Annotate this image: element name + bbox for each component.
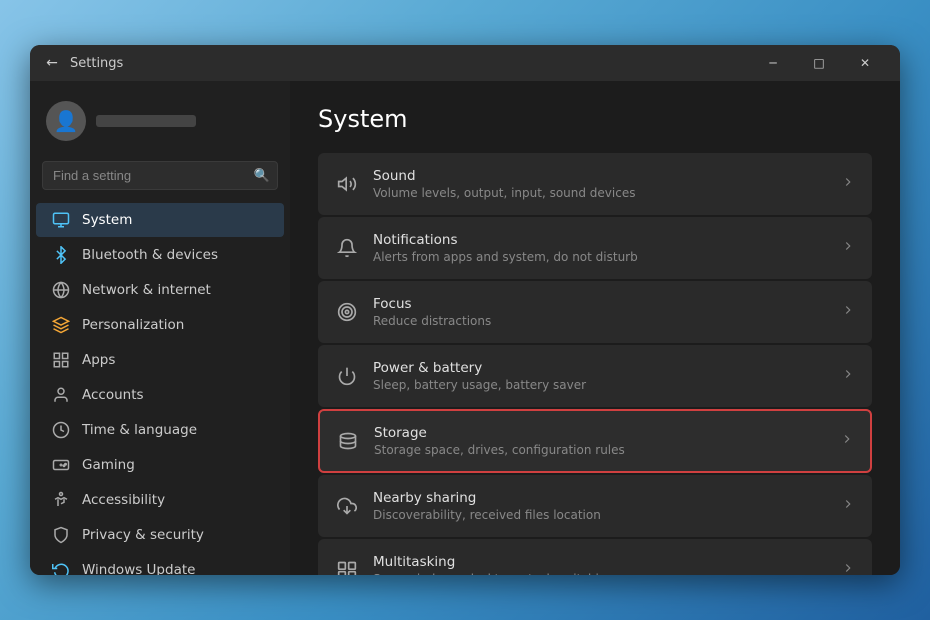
chevron-right-icon: [840, 432, 854, 450]
setting-title-multitasking: Multitasking: [373, 554, 827, 570]
windowsupdate-icon: [52, 561, 70, 575]
setting-item-sound[interactable]: Sound Volume levels, output, input, sound…: [318, 153, 872, 215]
settings-list: Sound Volume levels, output, input, sound…: [318, 153, 872, 575]
setting-title-sound: Sound: [373, 168, 827, 184]
setting-desc-sound: Volume levels, output, input, sound devi…: [373, 186, 827, 200]
minimize-button[interactable]: ─: [750, 45, 796, 81]
setting-item-focus[interactable]: Focus Reduce distractions: [318, 281, 872, 343]
profile-section: 👤: [30, 89, 290, 157]
titlebar: ← Settings ─ □ ✕: [30, 45, 900, 81]
search-box[interactable]: 🔍: [42, 161, 278, 190]
sidebar-item-system[interactable]: System: [36, 203, 284, 237]
setting-title-focus: Focus: [373, 296, 827, 312]
window-title: Settings: [70, 56, 750, 71]
network-icon: [52, 281, 70, 299]
setting-text-sound: Sound Volume levels, output, input, sound…: [373, 168, 827, 200]
setting-desc-focus: Reduce distractions: [373, 314, 827, 328]
system-icon: [52, 211, 70, 229]
gaming-icon: [52, 456, 70, 474]
setting-text-power: Power & battery Sleep, battery usage, bat…: [373, 360, 827, 392]
setting-text-multitasking: Multitasking Snap windows, desktops, task…: [373, 554, 827, 575]
setting-desc-power: Sleep, battery usage, battery saver: [373, 378, 827, 392]
main-content: 👤 🔍 System Bluetooth & devices Network & i…: [30, 81, 900, 575]
time-icon: [52, 421, 70, 439]
setting-title-power: Power & battery: [373, 360, 827, 376]
settings-window: ← Settings ─ □ ✕ 👤 🔍 System Bluetooth & d…: [30, 45, 900, 575]
search-input[interactable]: [42, 161, 278, 190]
storage-icon: [336, 429, 360, 453]
content-area: System Sound Volume levels, output, input…: [290, 81, 900, 575]
sidebar-item-label-windowsupdate: Windows Update: [82, 562, 195, 575]
sidebar-item-accounts[interactable]: Accounts: [36, 378, 284, 412]
setting-item-power[interactable]: Power & battery Sleep, battery usage, bat…: [318, 345, 872, 407]
sidebar-item-label-gaming: Gaming: [82, 457, 135, 473]
sidebar-item-privacy[interactable]: Privacy & security: [36, 518, 284, 552]
sidebar-item-label-network: Network & internet: [82, 282, 211, 298]
profile-name-blur: [96, 115, 196, 127]
setting-text-notifications: Notifications Alerts from apps and system…: [373, 232, 827, 264]
sidebar-item-time[interactable]: Time & language: [36, 413, 284, 447]
setting-text-focus: Focus Reduce distractions: [373, 296, 827, 328]
sidebar-item-gaming[interactable]: Gaming: [36, 448, 284, 482]
avatar: 👤: [46, 101, 86, 141]
setting-item-nearby[interactable]: Nearby sharing Discoverability, received …: [318, 475, 872, 537]
chevron-right-icon: [841, 497, 855, 515]
sidebar-item-label-bluetooth: Bluetooth & devices: [82, 247, 218, 263]
maximize-button[interactable]: □: [796, 45, 842, 81]
sidebar-item-label-time: Time & language: [82, 422, 197, 438]
sidebar-item-apps[interactable]: Apps: [36, 343, 284, 377]
setting-text-storage: Storage Storage space, drives, configurat…: [374, 425, 826, 457]
sidebar-item-personalization[interactable]: Personalization: [36, 308, 284, 342]
setting-item-multitasking[interactable]: Multitasking Snap windows, desktops, task…: [318, 539, 872, 575]
sidebar-item-network[interactable]: Network & internet: [36, 273, 284, 307]
setting-item-notifications[interactable]: Notifications Alerts from apps and system…: [318, 217, 872, 279]
privacy-icon: [52, 526, 70, 544]
apps-icon: [52, 351, 70, 369]
focus-icon: [335, 300, 359, 324]
back-button[interactable]: ←: [42, 53, 62, 73]
setting-title-storage: Storage: [374, 425, 826, 441]
notifications-icon: [335, 236, 359, 260]
sidebar: 👤 🔍 System Bluetooth & devices Network & i…: [30, 81, 290, 575]
setting-item-storage[interactable]: Storage Storage space, drives, configurat…: [318, 409, 872, 473]
page-title: System: [318, 105, 872, 133]
sidebar-item-windowsupdate[interactable]: Windows Update: [36, 553, 284, 575]
multitasking-icon: [335, 558, 359, 575]
sidebar-item-label-accounts: Accounts: [82, 387, 144, 403]
sidebar-item-label-privacy: Privacy & security: [82, 527, 204, 543]
sidebar-item-label-accessibility: Accessibility: [82, 492, 165, 508]
setting-title-notifications: Notifications: [373, 232, 827, 248]
chevron-right-icon: [841, 561, 855, 575]
close-button[interactable]: ✕: [842, 45, 888, 81]
bluetooth-icon: [52, 246, 70, 264]
chevron-right-icon: [841, 239, 855, 257]
setting-desc-notifications: Alerts from apps and system, do not dist…: [373, 250, 827, 264]
search-icon: 🔍: [254, 168, 270, 183]
sidebar-item-label-personalization: Personalization: [82, 317, 184, 333]
sidebar-item-label-system: System: [82, 212, 132, 228]
power-icon: [335, 364, 359, 388]
setting-desc-nearby: Discoverability, received files location: [373, 508, 827, 522]
accounts-icon: [52, 386, 70, 404]
chevron-right-icon: [841, 175, 855, 193]
nearby-icon: [335, 494, 359, 518]
setting-desc-multitasking: Snap windows, desktops, task switching: [373, 572, 827, 575]
setting-desc-storage: Storage space, drives, configuration rul…: [374, 443, 826, 457]
window-controls: ─ □ ✕: [750, 45, 888, 81]
setting-text-nearby: Nearby sharing Discoverability, received …: [373, 490, 827, 522]
nav-items: System Bluetooth & devices Network & inter…: [30, 202, 290, 575]
chevron-right-icon: [841, 303, 855, 321]
setting-title-nearby: Nearby sharing: [373, 490, 827, 506]
sidebar-item-label-apps: Apps: [82, 352, 115, 368]
chevron-right-icon: [841, 367, 855, 385]
accessibility-icon: [52, 491, 70, 509]
sidebar-item-bluetooth[interactable]: Bluetooth & devices: [36, 238, 284, 272]
personalization-icon: [52, 316, 70, 334]
sound-icon: [335, 172, 359, 196]
sidebar-item-accessibility[interactable]: Accessibility: [36, 483, 284, 517]
